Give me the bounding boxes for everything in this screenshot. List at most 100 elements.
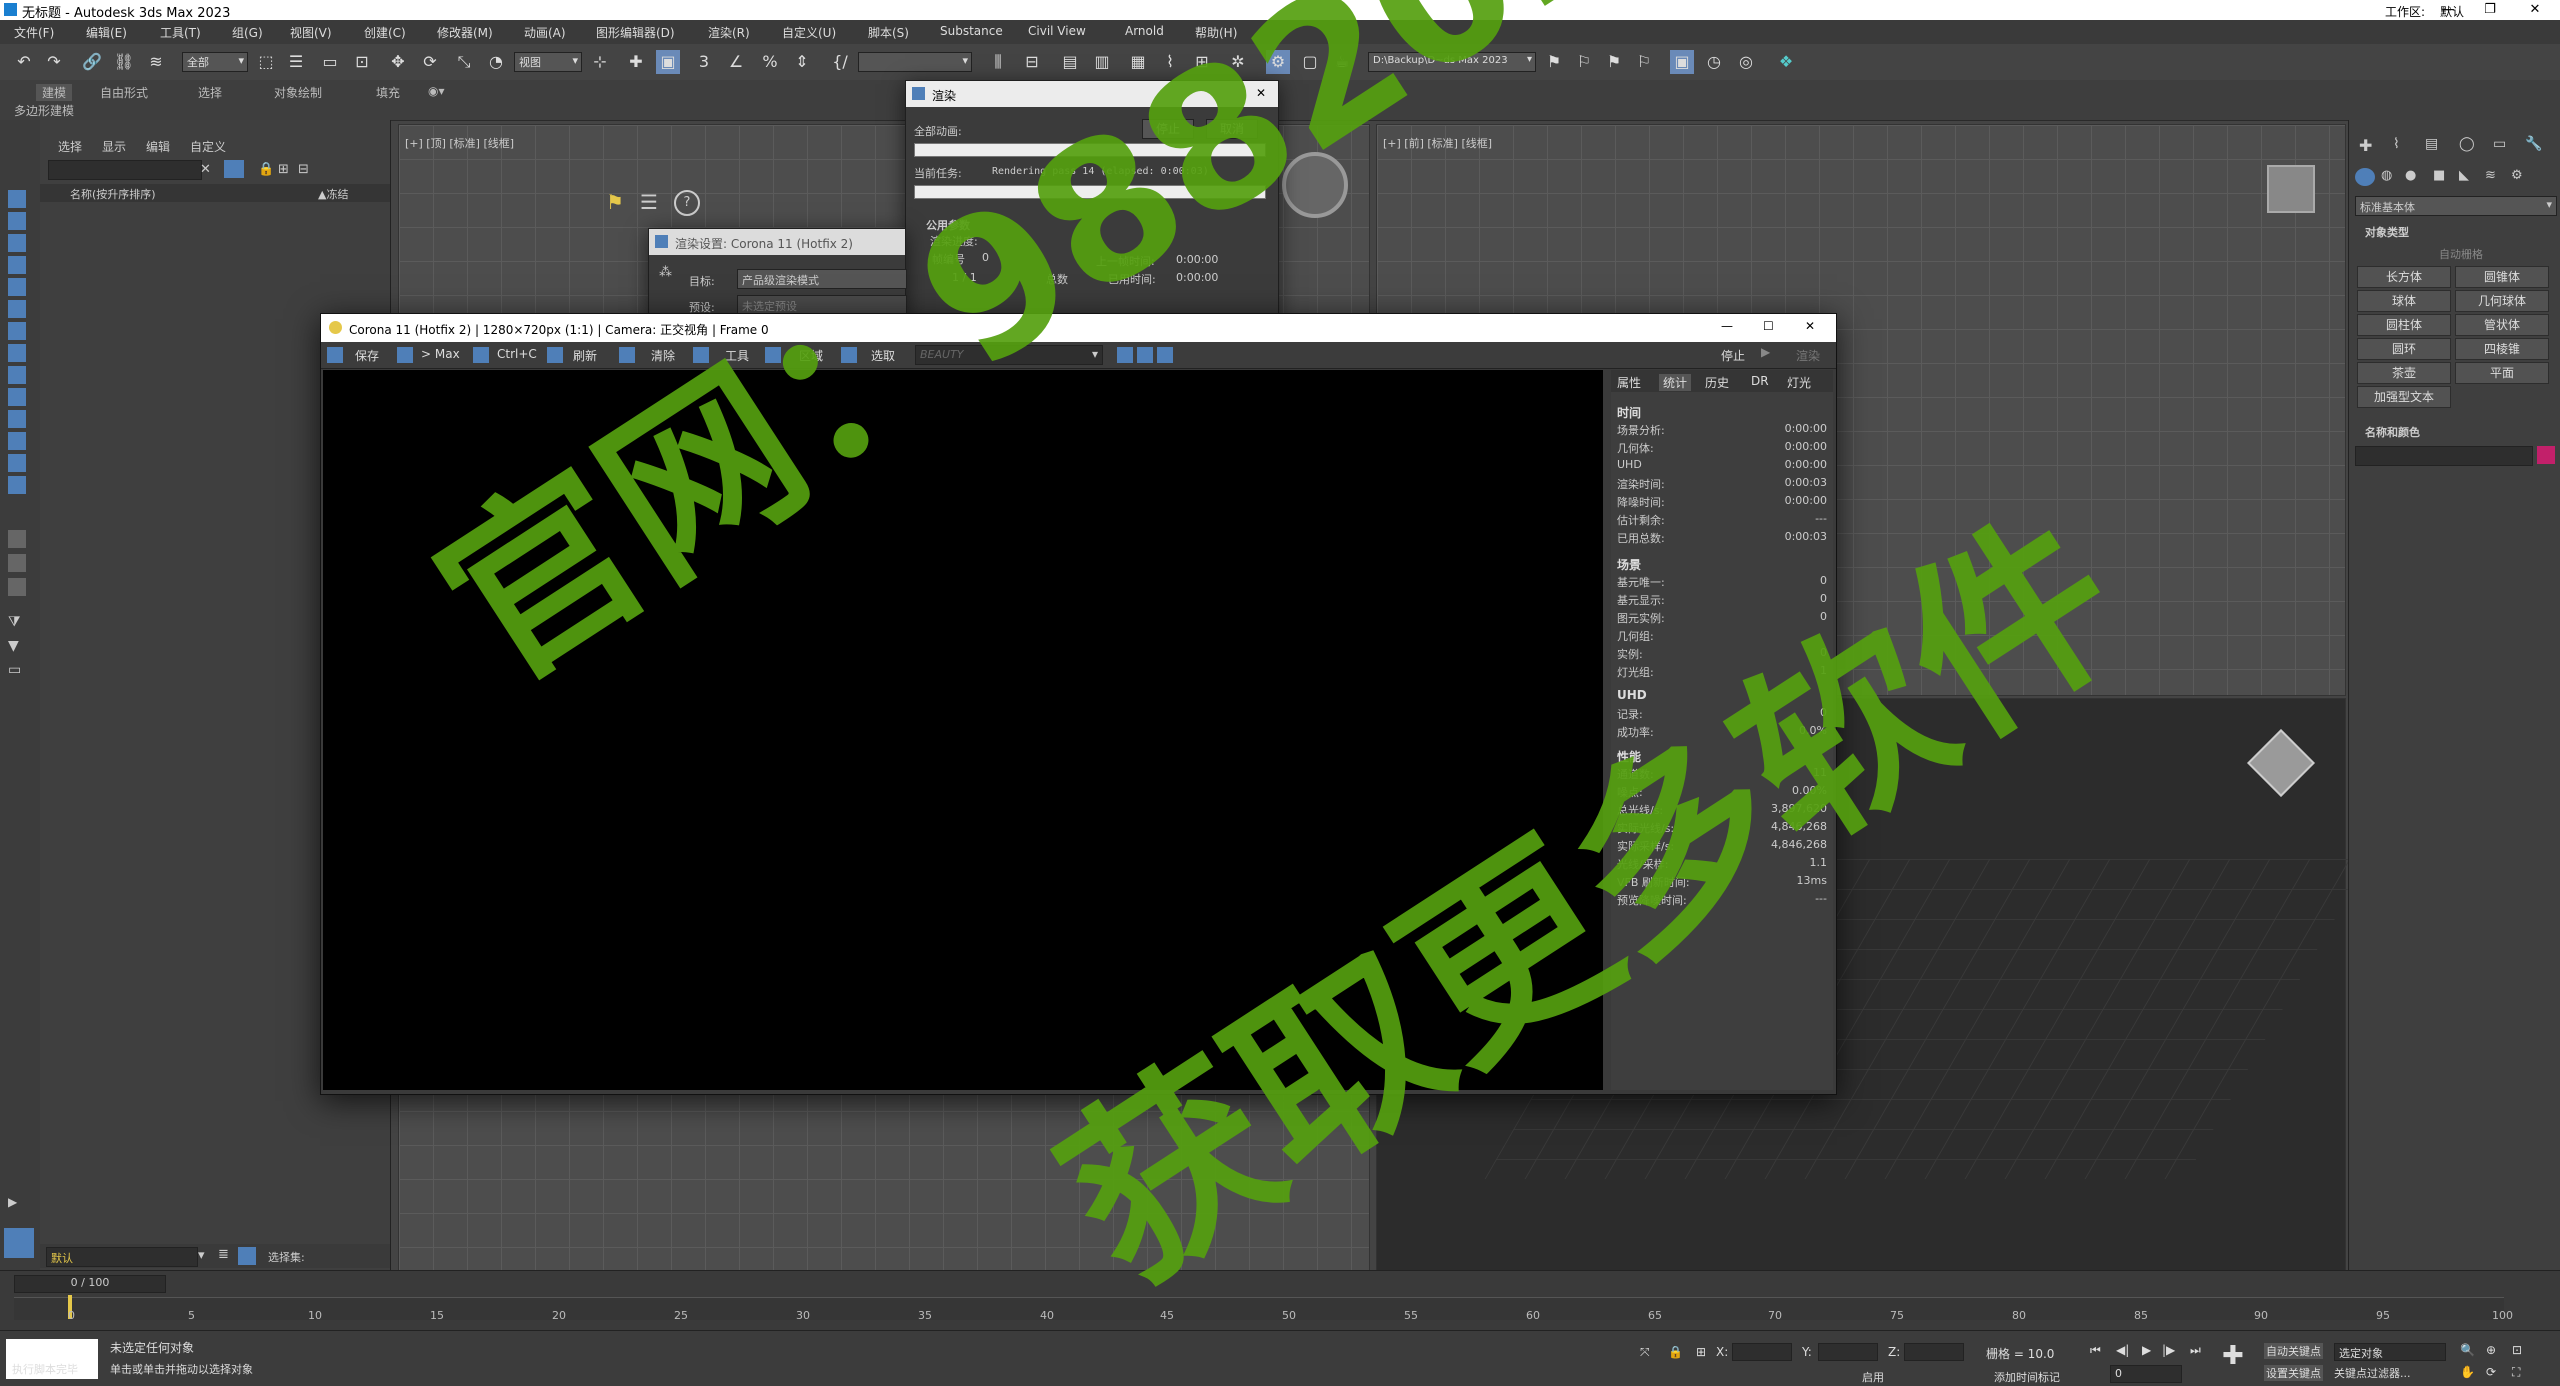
auto-grid-checkbox[interactable]: 自动栅格: [2439, 246, 2483, 262]
display-frozen-icon[interactable]: [8, 432, 26, 450]
key-filters-button[interactable]: 关键点过滤器...: [2334, 1365, 2411, 1381]
copy-button[interactable]: Ctrl+C: [497, 347, 537, 361]
orbit-icon[interactable]: ⟳: [2486, 1365, 2496, 1379]
menu-create[interactable]: 创建(C): [364, 24, 406, 41]
isolate-icon[interactable]: ⤧: [1640, 1345, 1650, 1360]
project-bookmark-icon[interactable]: ⚐: [1632, 50, 1656, 74]
sphere-button[interactable]: 球体: [2357, 290, 2451, 312]
auto-key-button[interactable]: 自动关键点: [2264, 1343, 2323, 1359]
hierarchy-tab-icon[interactable]: ▤: [2425, 136, 2438, 152]
zoom-out-icon[interactable]: [1157, 347, 1173, 363]
display-all-icon[interactable]: [8, 476, 26, 494]
display-cameras-icon[interactable]: [8, 278, 26, 296]
render-button[interactable]: 渲染: [1796, 347, 1820, 364]
ribbon-options-icon[interactable]: ◉▾: [428, 84, 445, 98]
snap-toggle-icon[interactable]: 3: [692, 50, 716, 74]
lights-icon[interactable]: ●: [2405, 168, 2416, 183]
tube-button[interactable]: 管状体: [2455, 314, 2549, 336]
to-max-icon[interactable]: [397, 347, 413, 363]
display-bones-icon[interactable]: [8, 388, 26, 406]
zoom-extents-icon[interactable]: ⊡: [2512, 1343, 2522, 1357]
ribbon-tab-modeling[interactable]: 建模: [36, 84, 73, 101]
corona-icon[interactable]: ❖: [1774, 50, 1798, 74]
create-tab-icon[interactable]: ✚: [2359, 136, 2372, 155]
cylinder-button[interactable]: 圆柱体: [2357, 314, 2451, 336]
keyboard-shortcut-icon[interactable]: ▣: [656, 50, 680, 74]
minimize-icon[interactable]: —: [2428, 0, 2468, 20]
display-children-icon[interactable]: [8, 530, 26, 548]
display-dependents-icon[interactable]: [8, 578, 26, 596]
minimize-icon[interactable]: —: [1721, 319, 1733, 333]
object-name-input[interactable]: [2355, 446, 2533, 466]
layers-icon[interactable]: ≣: [218, 1247, 229, 1262]
scale-icon[interactable]: ⤡: [452, 50, 476, 74]
angle-snap-icon[interactable]: ∠: [724, 50, 748, 74]
display-geometry-icon[interactable]: [8, 212, 26, 230]
track-bar[interactable]: [14, 1297, 2504, 1320]
stop-render-button[interactable]: 停止: [1721, 347, 1745, 364]
display-shapes-icon[interactable]: [8, 234, 26, 252]
display-none-icon[interactable]: [8, 190, 26, 208]
helpers-icon[interactable]: ◣: [2459, 168, 2469, 183]
cone-button[interactable]: 圆锥体: [2455, 266, 2549, 288]
menu-edit[interactable]: 编辑(E): [86, 24, 127, 41]
zoom-all-icon[interactable]: ⊕: [2486, 1343, 2496, 1357]
z-coord-input[interactable]: [1904, 1343, 1964, 1361]
play-icon[interactable]: ▶: [2142, 1343, 2151, 1357]
selection-filter-dropdown[interactable]: 全部 ▾: [182, 52, 248, 72]
menu-view[interactable]: 视图(V): [290, 24, 332, 41]
maximize-icon[interactable]: ❐: [2470, 0, 2510, 20]
redo-icon[interactable]: ↷: [42, 50, 66, 74]
tab-dr[interactable]: DR: [1751, 374, 1769, 388]
save-button[interactable]: 保存: [355, 347, 379, 364]
zoom-in-icon[interactable]: [1137, 347, 1153, 363]
plane-button[interactable]: 平面: [2455, 362, 2549, 384]
y-coord-input[interactable]: [1818, 1343, 1878, 1361]
render-setup-tools-icon[interactable]: ⁂: [659, 265, 672, 280]
select-manipulate-icon[interactable]: ✚: [624, 50, 648, 74]
hierarchy-icon[interactable]: ⊞: [278, 162, 289, 177]
spacewarps-icon[interactable]: ≋: [2485, 168, 2496, 183]
viewport-config-icon[interactable]: ▣: [1670, 50, 1694, 74]
move-icon[interactable]: ✥: [386, 50, 410, 74]
link-icon[interactable]: 🔗: [80, 50, 104, 74]
help-icon[interactable]: ?: [674, 190, 700, 216]
filter-icon[interactable]: ⧩: [8, 614, 26, 632]
tab-edit[interactable]: 编辑: [146, 138, 170, 155]
pan-icon[interactable]: ✋: [2460, 1365, 2475, 1379]
copy-icon[interactable]: [473, 347, 489, 363]
current-frame-input[interactable]: 0: [2110, 1365, 2182, 1383]
refresh-icon[interactable]: ◎: [1734, 50, 1758, 74]
hierarchy-alt-icon[interactable]: ⊟: [298, 162, 309, 177]
menu-group[interactable]: 组(G): [232, 24, 263, 41]
menu-tools[interactable]: 工具(T): [160, 24, 201, 41]
close-icon[interactable]: ✕: [1805, 319, 1815, 333]
scene-search-input[interactable]: [48, 160, 202, 180]
unlink-icon[interactable]: ⛓: [112, 50, 136, 74]
menu-animation[interactable]: 动画(A): [524, 24, 566, 41]
geometry-icon[interactable]: [2355, 168, 2375, 186]
ribbon-tab-object-paint[interactable]: 对象绘制: [274, 84, 322, 101]
selection-lock-icon[interactable]: 🔒: [1668, 1345, 1683, 1359]
display-spacewarps-icon[interactable]: [8, 322, 26, 340]
tab-stats[interactable]: 统计: [1659, 374, 1692, 391]
rect-selection-icon[interactable]: ▭: [318, 50, 342, 74]
x-coord-input[interactable]: [1732, 1343, 1792, 1361]
lock-icon[interactable]: 🔒: [258, 162, 274, 177]
prev-frame-icon[interactable]: ◀|: [2116, 1343, 2129, 1357]
maxscript-listener[interactable]: 执行脚本完毕: [6, 1339, 98, 1379]
menu-scripting[interactable]: 脚本(S): [868, 24, 909, 41]
clear-search-icon[interactable]: ✕: [200, 162, 211, 177]
tab-select[interactable]: 选择: [58, 138, 82, 155]
utilities-tab-icon[interactable]: 🔧: [2525, 136, 2542, 152]
place-icon[interactable]: ◔: [484, 50, 508, 74]
display-xrefs-icon[interactable]: [8, 366, 26, 384]
tab-customize[interactable]: 自定义: [190, 138, 226, 155]
select-by-name-icon[interactable]: ☰: [284, 50, 308, 74]
viewport-tools-icon[interactable]: ⚑: [606, 190, 624, 214]
percent-snap-icon[interactable]: %: [758, 50, 782, 74]
tab-lightmix[interactable]: 灯光: [1787, 374, 1811, 391]
next-frame-icon[interactable]: |▶: [2162, 1343, 2175, 1357]
menu-modifiers[interactable]: 修改器(M): [437, 24, 493, 41]
tab-properties[interactable]: 属性: [1617, 374, 1641, 391]
